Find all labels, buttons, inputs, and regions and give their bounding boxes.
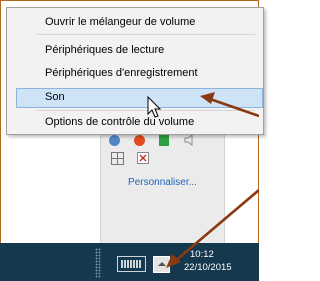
menu-item-recording-devices[interactable]: Périphériques d'enregistrement: [45, 66, 198, 80]
chevron-up-icon[interactable]: [153, 256, 170, 273]
taskbar-grip[interactable]: [95, 248, 101, 278]
menu-item-playback-devices[interactable]: Périphériques de lecture: [45, 43, 164, 57]
menu-item-open-volume-mixer[interactable]: Ouvrir le mélangeur de volume: [45, 15, 195, 29]
settings-icon[interactable]: [109, 135, 120, 146]
taskbar: 10:12 22/10/2015: [0, 243, 259, 281]
customize-link[interactable]: Personnaliser...: [101, 177, 224, 188]
volume-icon[interactable]: [183, 133, 197, 147]
warning-icon[interactable]: [134, 135, 145, 146]
keyboard-icon[interactable]: [117, 256, 146, 272]
menu-item-sound[interactable]: Son: [45, 90, 65, 104]
menu-separator: [37, 34, 255, 35]
clock-time[interactable]: 10:12: [190, 249, 214, 261]
menu-separator: [37, 110, 255, 111]
menu-item-volume-control-options[interactable]: Options de contrôle du volume: [45, 115, 194, 129]
close-icon[interactable]: [137, 152, 149, 164]
context-menu: Ouvrir le mélangeur de volume Périphériq…: [6, 7, 264, 135]
tray-flyout: Personnaliser...: [100, 128, 225, 247]
green-status-icon[interactable]: [159, 135, 169, 146]
windows-flag-icon[interactable]: [111, 152, 124, 165]
clock-date[interactable]: 22/10/2015: [184, 262, 232, 274]
